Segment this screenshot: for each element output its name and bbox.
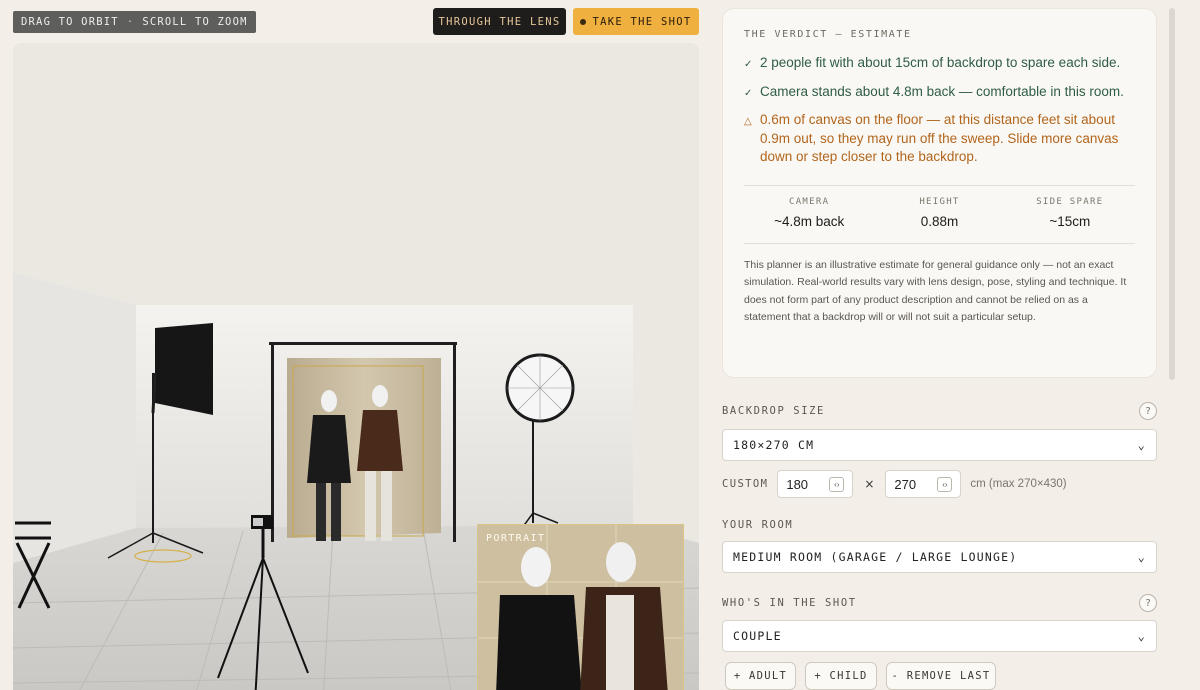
room-value: MEDIUM ROOM (GARAGE / LARGE LOUNGE): [733, 550, 1018, 564]
portrait-preview-image: [478, 525, 683, 690]
remove-last-button[interactable]: - REMOVE LAST: [886, 662, 996, 690]
who-select[interactable]: COUPLE ⌄: [722, 620, 1157, 652]
verdict-item-camera: ✓ Camera stands about 4.8m back — comfor…: [744, 83, 1135, 104]
hint-scroll: SCROLL TO ZOOM: [142, 16, 248, 28]
stat-camera: CAMERA ~4.8m back: [744, 197, 874, 229]
custom-height-input[interactable]: 270 ‹›: [885, 470, 962, 498]
custom-width-input[interactable]: 180 ‹›: [777, 470, 854, 498]
record-dot-icon: [580, 18, 587, 25]
verdict-item-floor-warning: △ 0.6m of canvas on the floor — at this …: [744, 111, 1135, 167]
backdrop-size-value: 180×270 CM: [733, 438, 815, 452]
verdict-text: Camera stands about 4.8m back — comforta…: [760, 83, 1124, 99]
orbit-zoom-hint: DRAG TO ORBIT · SCROLL TO ZOOM: [13, 11, 256, 33]
add-child-button[interactable]: + CHILD: [805, 662, 877, 690]
stat-value: ~4.8m back: [774, 213, 845, 229]
portrait-preview: PORTRAIT: [477, 524, 684, 690]
verdict-list: ✓ 2 people fit with about 15cm of backdr…: [744, 54, 1135, 167]
custom-width-value: 180: [786, 476, 809, 492]
stepper-icon[interactable]: ‹›: [829, 476, 845, 492]
hint-drag: DRAG TO ORBIT: [21, 16, 119, 28]
take-the-shot-label: TAKE THE SHOT: [592, 15, 692, 28]
times-symbol: ×: [864, 477, 875, 491]
verdict-heading: THE VERDICT — ESTIMATE: [744, 29, 912, 40]
stat-label: HEIGHT: [919, 196, 960, 207]
room-select[interactable]: MEDIUM ROOM (GARAGE / LARGE LOUNGE) ⌄: [722, 541, 1157, 573]
check-icon: ✓: [744, 87, 753, 99]
stat-value: 0.88m: [920, 213, 959, 229]
verdict-panel: THE VERDICT — ESTIMATE ✓ 2 people fit wi…: [722, 8, 1157, 378]
backdrop-size-help-icon[interactable]: ?: [1139, 402, 1157, 420]
through-the-lens-button[interactable]: THROUGH THE LENS: [433, 8, 566, 35]
custom-size-row: CUSTOM 180 ‹› × 270 ‹› cm (max 270×430): [722, 470, 1067, 498]
stat-value: ~15cm: [1049, 213, 1091, 229]
stat-label: CAMERA: [789, 196, 830, 207]
who-help-icon[interactable]: ?: [1139, 594, 1157, 612]
stepper-icon[interactable]: ‹›: [937, 476, 953, 492]
custom-height-value: 270: [894, 476, 917, 492]
custom-label: CUSTOM: [722, 478, 769, 490]
check-icon: ✓: [744, 59, 753, 70]
panel-scrollbar[interactable]: [1169, 8, 1175, 380]
chevron-down-icon: ⌄: [1137, 629, 1146, 643]
take-the-shot-button[interactable]: TAKE THE SHOT: [573, 8, 699, 35]
warning-triangle-icon: △: [744, 116, 752, 127]
hint-separator: ·: [126, 16, 135, 28]
who-value: COUPLE: [733, 629, 782, 643]
verdict-text: 0.6m of canvas on the floor — at this di…: [760, 112, 1119, 164]
add-adult-button[interactable]: + ADULT: [725, 662, 796, 690]
max-size-note: cm (max 270×430): [970, 478, 1067, 490]
portrait-label: PORTRAIT: [486, 533, 546, 544]
verdict-item-fit: ✓ 2 people fit with about 15cm of backdr…: [744, 54, 1135, 75]
verdict-text: 2 people fit with about 15cm of backdrop…: [760, 55, 1121, 70]
chevron-down-icon: ⌄: [1137, 438, 1146, 452]
stat-side-spare: SIDE SPARE ~15cm: [1005, 197, 1135, 229]
who-label: WHO'S IN THE SHOT: [722, 597, 857, 609]
stat-height: HEIGHT 0.88m: [874, 197, 1004, 229]
backdrop-size-label: BACKDROP SIZE: [722, 405, 825, 417]
stat-label: SIDE SPARE: [1036, 196, 1104, 207]
chevron-down-icon: ⌄: [1137, 550, 1146, 564]
disclaimer-text: This planner is an illustrative estimate…: [744, 258, 1127, 324]
verdict-stats: CAMERA ~4.8m back HEIGHT 0.88m SIDE SPAR…: [744, 184, 1135, 244]
room-label: YOUR ROOM: [722, 519, 794, 531]
backdrop-size-select[interactable]: 180×270 CM ⌄: [722, 429, 1157, 461]
